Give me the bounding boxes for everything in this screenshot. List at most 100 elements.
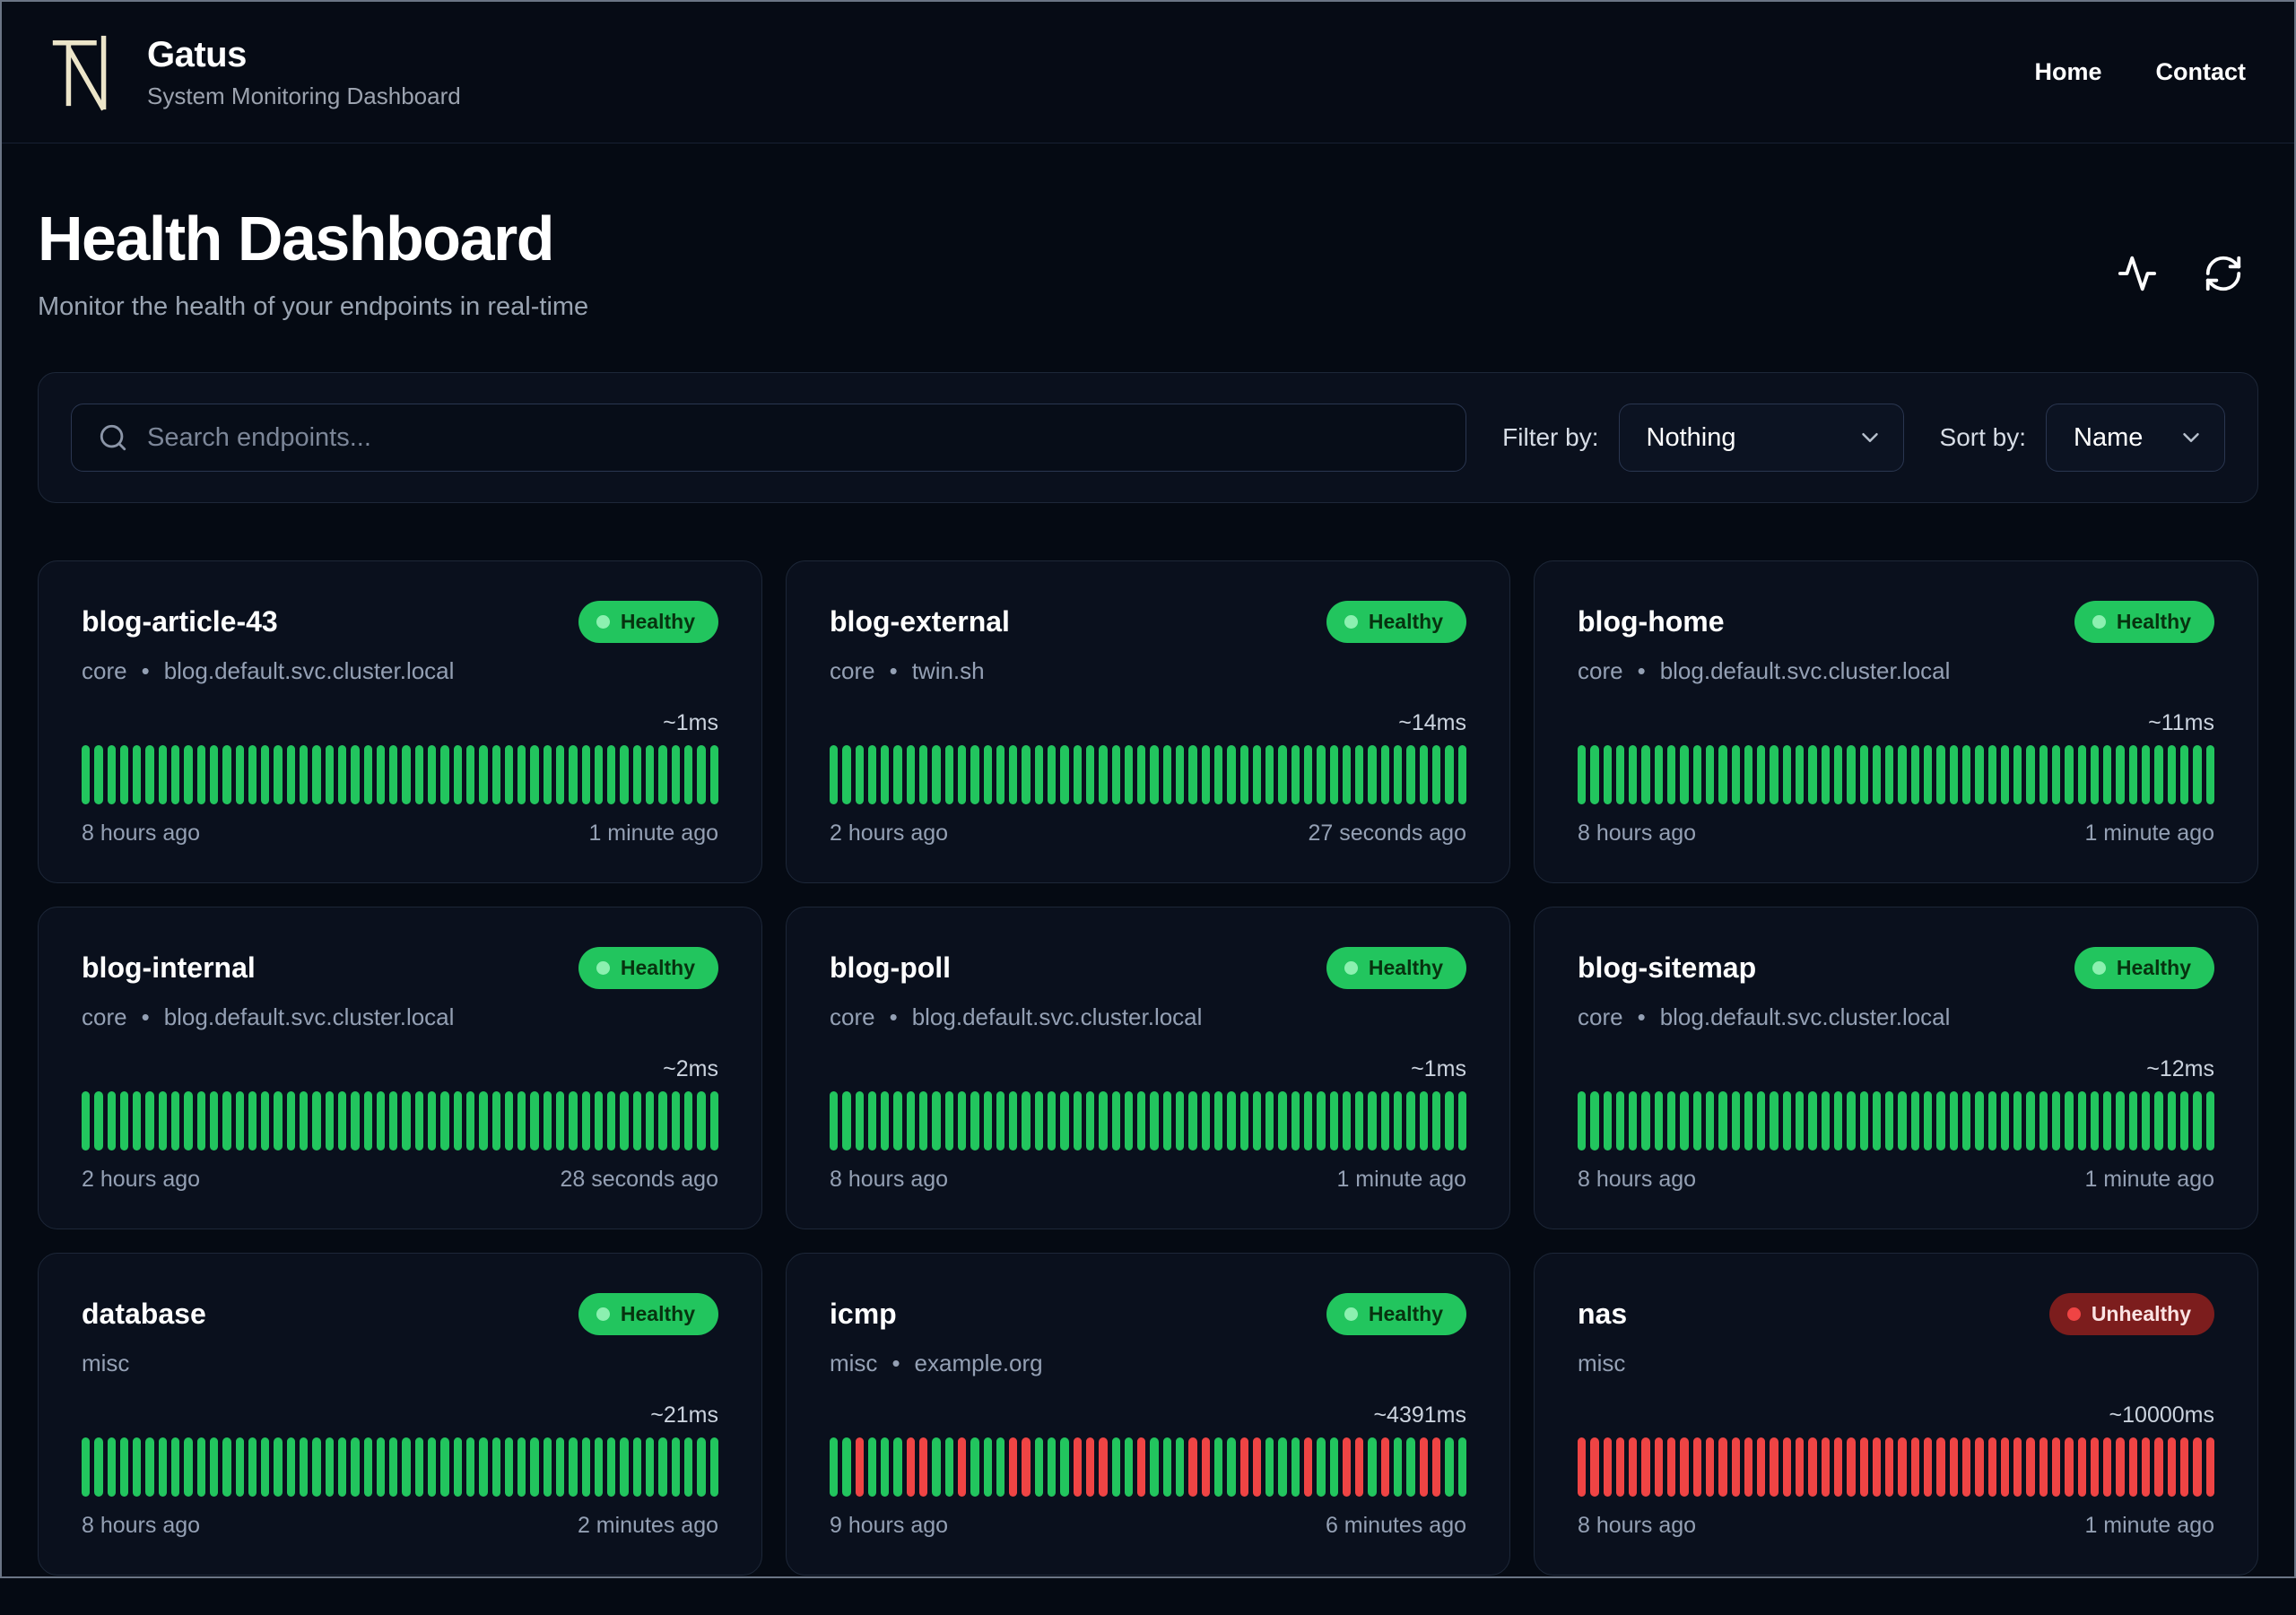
uptime-bar[interactable] (1213, 1437, 1223, 1497)
uptime-bar[interactable] (2065, 1091, 2074, 1150)
uptime-bar[interactable] (1445, 745, 1454, 804)
uptime-bar[interactable] (2077, 1437, 2086, 1497)
uptime-bar[interactable] (2154, 745, 2163, 804)
uptime-bar[interactable] (145, 1091, 154, 1150)
uptime-bar[interactable] (2179, 745, 2189, 804)
uptime-bar[interactable] (2128, 1091, 2138, 1150)
uptime-bar[interactable] (996, 745, 1005, 804)
uptime-bar[interactable] (957, 745, 967, 804)
uptime-bar[interactable] (1692, 745, 1701, 804)
uptime-bar[interactable] (1317, 1091, 1326, 1150)
uptime-bar[interactable] (1188, 1091, 1197, 1150)
uptime-bar[interactable] (1406, 1437, 1415, 1497)
uptime-bar[interactable] (1975, 1437, 1984, 1497)
uptime-bar[interactable] (1201, 1091, 1210, 1150)
uptime-bar[interactable] (2000, 745, 2010, 804)
uptime-bar[interactable] (222, 745, 231, 804)
uptime-bar[interactable] (2065, 745, 2074, 804)
uptime-bar[interactable] (2142, 745, 2151, 804)
uptime-bar[interactable] (970, 745, 979, 804)
uptime-bar[interactable] (1821, 745, 1830, 804)
uptime-bar[interactable] (1111, 1437, 1120, 1497)
uptime-bar[interactable] (2205, 745, 2214, 804)
uptime-bar[interactable] (543, 1437, 552, 1497)
uptime-bar[interactable] (2154, 1091, 2163, 1150)
uptime-bar[interactable] (504, 745, 514, 804)
uptime-bar[interactable] (1176, 1437, 1185, 1497)
uptime-bar[interactable] (1757, 745, 1766, 804)
uptime-bar[interactable] (119, 1437, 129, 1497)
uptime-bar[interactable] (2051, 1437, 2061, 1497)
uptime-bar[interactable] (1692, 1091, 1701, 1150)
uptime-bar[interactable] (1987, 1437, 1996, 1497)
uptime-bar[interactable] (881, 745, 890, 804)
uptime-bar[interactable] (363, 1091, 372, 1150)
uptime-bar[interactable] (1757, 1091, 1766, 1150)
uptime-bar[interactable] (996, 1091, 1005, 1150)
uptime-bar[interactable] (1009, 1091, 1018, 1150)
uptime-bar[interactable] (235, 1437, 244, 1497)
uptime-bar[interactable] (1406, 1091, 1415, 1150)
uptime-bar[interactable] (1757, 1437, 1766, 1497)
uptime-bar[interactable] (453, 1091, 462, 1150)
endpoint-card[interactable]: database Healthy misc ~21ms 8 hours ago … (38, 1253, 762, 1576)
uptime-bar[interactable] (94, 1437, 103, 1497)
uptime-bar[interactable] (286, 745, 296, 804)
uptime-bar[interactable] (932, 1437, 941, 1497)
uptime-bar[interactable] (1629, 745, 1638, 804)
uptime-bar[interactable] (944, 1091, 953, 1150)
uptime-bar[interactable] (1898, 1091, 1907, 1150)
uptime-bar[interactable] (906, 745, 916, 804)
uptime-bar[interactable] (1718, 745, 1727, 804)
uptime-bar[interactable] (867, 1091, 877, 1150)
uptime-bar[interactable] (402, 745, 411, 804)
uptime-bar[interactable] (1380, 1091, 1390, 1150)
uptime-bar[interactable] (1291, 1091, 1300, 1150)
uptime-bar[interactable] (1124, 1437, 1134, 1497)
uptime-bar[interactable] (1961, 1091, 1971, 1150)
uptime-bar[interactable] (1137, 1437, 1146, 1497)
refresh-icon[interactable] (2203, 253, 2244, 294)
uptime-bar[interactable] (1898, 745, 1907, 804)
uptime-bar[interactable] (2077, 1091, 2086, 1150)
uptime-bar[interactable] (1910, 1091, 1920, 1150)
uptime-bar[interactable] (479, 1091, 488, 1150)
uptime-bar[interactable] (363, 745, 372, 804)
uptime-bar[interactable] (133, 1091, 142, 1150)
uptime-bar[interactable] (248, 1437, 257, 1497)
uptime-bar[interactable] (983, 1091, 992, 1150)
uptime-bar[interactable] (1239, 1091, 1248, 1150)
uptime-bar[interactable] (1603, 1091, 1612, 1150)
uptime-bar[interactable] (1705, 1437, 1715, 1497)
uptime-bar[interactable] (1291, 745, 1300, 804)
uptime-bar[interactable] (581, 1437, 590, 1497)
uptime-bar[interactable] (2013, 1437, 2022, 1497)
uptime-bar[interactable] (363, 1437, 372, 1497)
uptime-bar[interactable] (2103, 745, 2112, 804)
nav-contact[interactable]: Contact (2156, 58, 2247, 86)
uptime-bar[interactable] (1278, 1091, 1287, 1150)
uptime-bar[interactable] (1808, 745, 1817, 804)
uptime-bar[interactable] (1419, 1437, 1428, 1497)
uptime-bar[interactable] (1252, 1091, 1262, 1150)
uptime-bar[interactable] (325, 745, 334, 804)
endpoint-card[interactable]: blog-article-43 Healthy core • blog.defa… (38, 560, 762, 883)
uptime-bar[interactable] (1859, 1091, 1868, 1150)
uptime-bar[interactable] (158, 1091, 168, 1150)
uptime-bar[interactable] (145, 1437, 154, 1497)
endpoint-card[interactable]: blog-sitemap Healthy core • blog.default… (1534, 907, 2258, 1229)
uptime-bar[interactable] (145, 745, 154, 804)
uptime-bar[interactable] (1227, 745, 1236, 804)
uptime-bar[interactable] (893, 745, 902, 804)
uptime-bar[interactable] (1936, 1091, 1945, 1150)
uptime-bar[interactable] (569, 745, 578, 804)
uptime-bar[interactable] (646, 1437, 655, 1497)
endpoint-card[interactable]: blog-external Healthy core • twin.sh ~14… (786, 560, 1510, 883)
uptime-bar[interactable] (1431, 1091, 1441, 1150)
uptime-bar[interactable] (1085, 1437, 1095, 1497)
uptime-bar[interactable] (1898, 1437, 1907, 1497)
uptime-bar[interactable] (906, 1437, 916, 1497)
uptime-bar[interactable] (1355, 1091, 1364, 1150)
uptime-bar[interactable] (620, 1437, 629, 1497)
uptime-bar[interactable] (196, 745, 205, 804)
